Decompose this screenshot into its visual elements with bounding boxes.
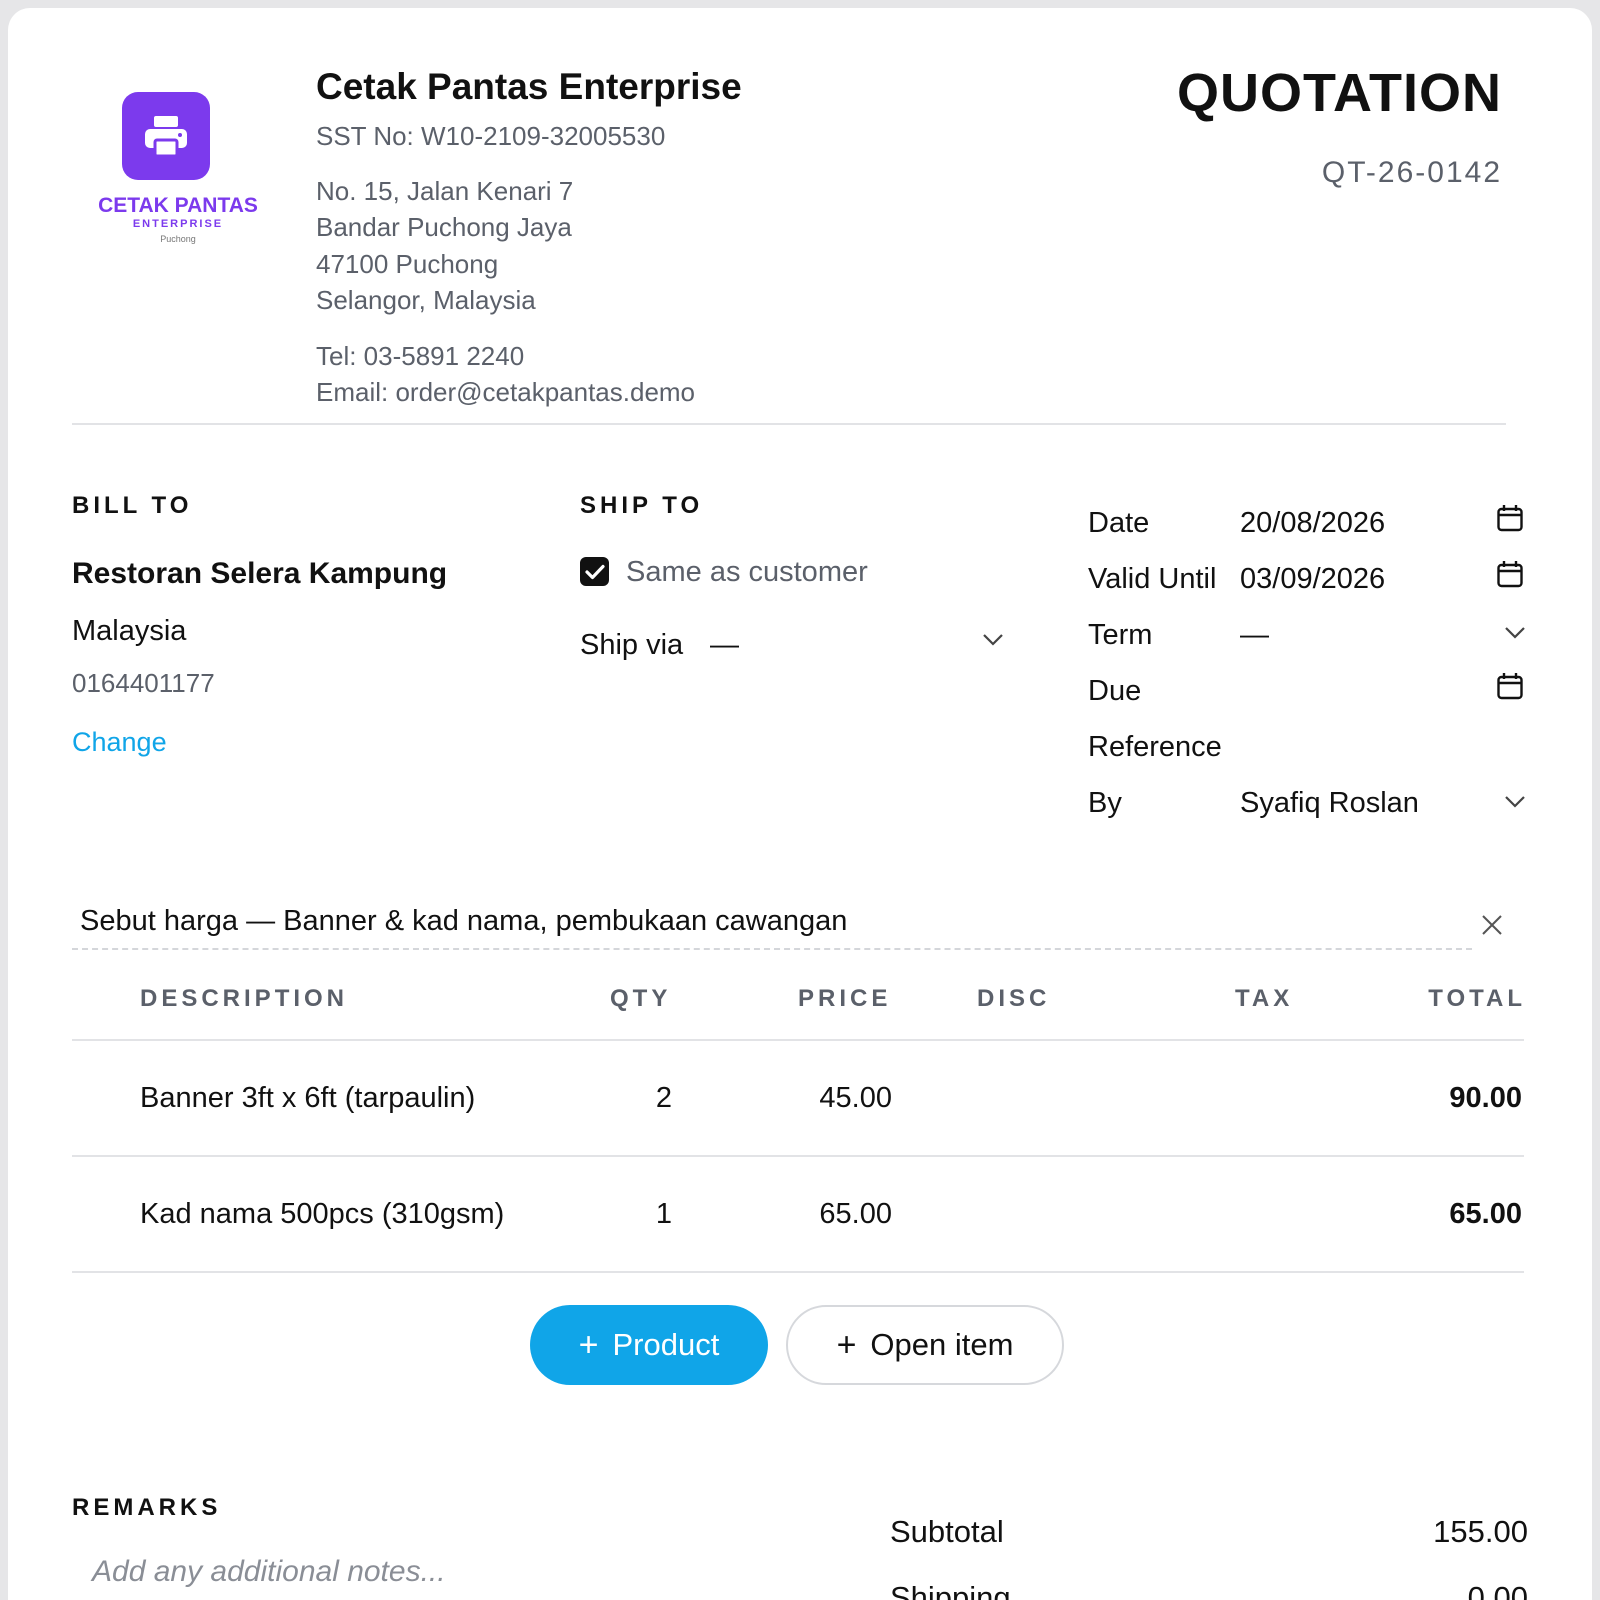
- by-select[interactable]: Syafiq Roslan: [1240, 787, 1419, 820]
- col-tax: TAX: [1235, 985, 1294, 1012]
- calendar-icon[interactable]: [1497, 672, 1523, 700]
- add-open-item-button[interactable]: + Open item: [786, 1305, 1064, 1385]
- by-label: By: [1088, 787, 1122, 819]
- same-as-customer-checkbox[interactable]: [580, 557, 609, 586]
- document-title: QUOTATION: [1177, 63, 1502, 123]
- row-total: 65.00: [1449, 1198, 1522, 1230]
- row-description[interactable]: Banner 3ft x 6ft (tarpaulin): [140, 1082, 475, 1115]
- row-price[interactable]: 45.00: [819, 1082, 892, 1115]
- change-customer-link[interactable]: Change: [72, 727, 167, 758]
- printer-icon: [145, 116, 187, 158]
- calendar-icon[interactable]: [1497, 560, 1523, 588]
- col-description: DESCRIPTION: [140, 985, 349, 1012]
- company-sst: SST No: W10-2109-32005530: [316, 121, 666, 151]
- col-price: PRICE: [798, 985, 892, 1012]
- subject-underline: [72, 948, 1472, 950]
- add-product-label: Product: [612, 1327, 720, 1362]
- row-qty[interactable]: 2: [656, 1082, 672, 1115]
- plus-icon: +: [578, 1325, 599, 1364]
- check-icon: [584, 564, 605, 579]
- header-divider: [72, 423, 1506, 425]
- chevron-down-icon[interactable]: [982, 633, 1004, 647]
- term-label: Term: [1088, 619, 1153, 651]
- company-address-line: 47100 Puchong: [316, 249, 499, 279]
- add-open-item-label: Open item: [870, 1327, 1014, 1362]
- company-email: Email: order@cetakpantas.demo: [316, 377, 696, 407]
- customer-country: Malaysia: [72, 615, 187, 647]
- term-select[interactable]: —: [1240, 619, 1269, 652]
- customer-name: Restoran Selera Kampung: [72, 557, 448, 590]
- close-icon[interactable]: [1481, 914, 1503, 936]
- remarks-label: REMARKS: [72, 1494, 222, 1521]
- date-input[interactable]: 20/08/2026: [1240, 507, 1385, 540]
- shipping-label: Shipping: [890, 1580, 1011, 1600]
- add-product-button[interactable]: + Product: [530, 1305, 768, 1385]
- logo-subtitle: ENTERPRISE: [132, 218, 224, 230]
- company-tel: Tel: 03-5891 2240: [316, 341, 525, 371]
- row-qty[interactable]: 1: [656, 1198, 672, 1231]
- shipping-value[interactable]: 0.00: [1468, 1580, 1528, 1600]
- ship-to-label: SHIP TO: [580, 492, 704, 519]
- bill-to-label: BILL TO: [72, 492, 193, 519]
- company-name: Cetak Pantas Enterprise: [316, 66, 742, 107]
- ship-via-value: —: [710, 629, 739, 661]
- row-total: 90.00: [1449, 1082, 1522, 1114]
- col-disc: DISC: [977, 985, 1051, 1012]
- calendar-icon[interactable]: [1497, 504, 1523, 532]
- col-qty: QTY: [610, 985, 672, 1012]
- plus-icon: +: [836, 1325, 857, 1364]
- row-price[interactable]: 65.00: [819, 1198, 892, 1231]
- company-address-line: Bandar Puchong Jaya: [316, 212, 572, 242]
- ship-via-select[interactable]: —: [710, 629, 1010, 665]
- table-divider: [72, 1271, 1524, 1273]
- logo-name: CETAK PANTAS: [98, 194, 258, 217]
- logo-city: Puchong: [160, 234, 196, 244]
- ship-via-label: Ship via: [580, 629, 684, 661]
- same-as-customer-label[interactable]: Same as customer: [626, 556, 868, 589]
- table-divider: [72, 1039, 1524, 1041]
- remarks-input[interactable]: Add any additional notes...: [92, 1555, 446, 1589]
- customer-phone: 0164401177: [72, 668, 215, 698]
- subject-input[interactable]: Sebut harga — Banner & kad nama, pembuka…: [80, 905, 847, 938]
- chevron-down-icon[interactable]: [1504, 626, 1526, 640]
- col-total: TOTAL: [1428, 985, 1526, 1012]
- company-address-line: Selangor, Malaysia: [316, 285, 536, 315]
- subtotal-value: 155.00: [1433, 1514, 1528, 1549]
- chevron-down-icon[interactable]: [1504, 795, 1526, 809]
- valid-until-input[interactable]: 03/09/2026: [1240, 563, 1385, 596]
- due-label: Due: [1088, 675, 1142, 707]
- document-number: QT-26-0142: [1321, 156, 1502, 189]
- company-logo: [122, 92, 210, 180]
- table-divider: [72, 1155, 1524, 1157]
- date-label: Date: [1088, 507, 1150, 539]
- reference-label: Reference: [1088, 731, 1222, 763]
- company-address-line: No. 15, Jalan Kenari 7: [316, 176, 574, 206]
- valid-until-label: Valid Until: [1088, 563, 1217, 595]
- subtotal-label: Subtotal: [890, 1514, 1004, 1549]
- row-description[interactable]: Kad nama 500pcs (310gsm): [140, 1198, 504, 1231]
